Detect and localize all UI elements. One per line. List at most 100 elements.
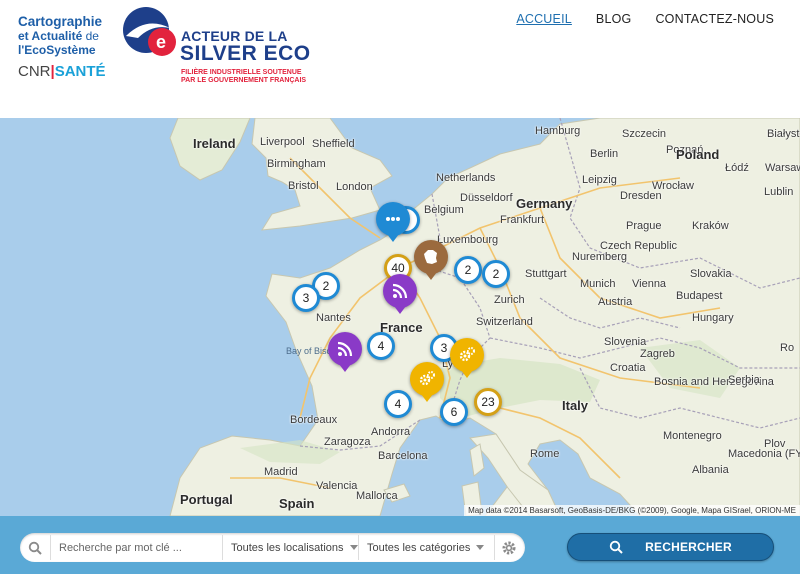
label-dusseldorf: Düsseldorf [460, 192, 513, 204]
more-icon [386, 217, 400, 221]
label-lodz: Łódź [725, 162, 749, 174]
logo-line3: l'EcoSystème [18, 43, 96, 57]
label-lublin: Lublin [764, 186, 794, 198]
label-ireland: Ireland [193, 136, 236, 151]
label-prague: Prague [626, 220, 662, 232]
silver-eco-line2: SILVER ECO [180, 42, 311, 65]
map-marker-rss[interactable] [383, 274, 417, 314]
gear-icon[interactable] [494, 535, 522, 560]
cnr-sante-logo[interactable]: Cartographie et Actualité de l'EcoSystèm… [18, 14, 110, 81]
search-icon [20, 541, 50, 555]
category-select-value: Toutes les catégories [367, 541, 471, 554]
map-marker-rss[interactable] [328, 332, 362, 372]
label-zagreb: Zagreb [640, 348, 675, 360]
label-italy: Italy [562, 398, 589, 413]
keyword-search-input[interactable] [50, 535, 222, 560]
cnr-sante-wordmark: CNR|SANTÉ [18, 63, 106, 80]
label-bialystok: Białystok [767, 128, 800, 140]
label-madrid: Madrid [264, 466, 298, 478]
label-leipzig: Leipzig [582, 174, 617, 186]
label-warsaw: Warsaw [765, 162, 800, 174]
label-dresden: Dresden [620, 190, 662, 202]
label-hungary: Hungary [692, 312, 734, 324]
map-marker-more[interactable] [376, 202, 410, 242]
search-form: Toutes les localisations Toutes les caté… [20, 533, 525, 562]
site-header: Cartographie et Actualité de l'EcoSystèm… [0, 0, 800, 118]
search-icon [609, 540, 623, 554]
rss-icon [392, 283, 408, 299]
map-marker-industry[interactable] [410, 362, 444, 402]
label-hamburg: Hamburg [535, 125, 581, 137]
france-map-icon [424, 250, 437, 264]
silver-eco-emblem-icon: e [123, 7, 176, 56]
category-select[interactable]: Toutes les catégories [358, 535, 494, 560]
label-valencia: Valencia [316, 480, 358, 492]
map-cluster[interactable]: 2 [482, 260, 510, 288]
label-spain: Spain [279, 496, 315, 511]
silver-eco-tagline: FILIÈRE INDUSTRIELLE SOUTENUE PAR LE GOU… [181, 69, 307, 84]
map-cluster[interactable]: 6 [440, 398, 468, 426]
label-croatia: Croatia [610, 362, 646, 374]
map-cluster[interactable]: 4 [384, 390, 412, 418]
nav-accueil[interactable]: ACCUEIL [516, 12, 572, 26]
label-netherlands: Netherlands [436, 172, 496, 184]
label-slovenia: Slovenia [604, 336, 647, 348]
label-bordeaux: Bordeaux [290, 414, 338, 426]
label-bay-of-biscay: Bay of Biscay [286, 346, 341, 356]
label-luxembourg: Luxembourg [437, 234, 499, 246]
location-select[interactable]: Toutes les localisations [222, 535, 358, 560]
nav-contactez-nous[interactable]: CONTACTEZ-NOUS [655, 12, 774, 26]
label-budapest: Budapest [676, 290, 723, 302]
rss-icon [337, 341, 353, 357]
label-munich: Munich [580, 278, 616, 290]
gears-icon [459, 347, 475, 362]
map-marker-industry[interactable] [450, 338, 484, 378]
chevron-down-icon [349, 545, 358, 550]
label-nantes: Nantes [316, 312, 351, 324]
label-zaragoza: Zaragoza [324, 436, 371, 448]
label-vienna: Vienna [632, 278, 667, 290]
label-serbia: Serbia [728, 374, 760, 386]
search-panel: Toutes les localisations Toutes les caté… [0, 516, 800, 574]
label-sheffield: Sheffield [312, 138, 355, 150]
map-marker-france[interactable] [414, 240, 448, 280]
label-austria: Austria [598, 296, 633, 308]
label-slovakia: Slovakia [690, 268, 732, 280]
nav-blog[interactable]: BLOG [596, 12, 632, 26]
map-attribution: Map data ©2014 Basarsoft, GeoBasis-DE/BK… [464, 505, 800, 516]
label-krakow: Kraków [692, 220, 729, 232]
map-cluster[interactable]: 3 [292, 284, 320, 312]
label-stuttgart: Stuttgart [525, 268, 567, 280]
label-albania: Albania [692, 464, 729, 476]
label-poland: Poland [676, 147, 720, 162]
chevron-down-icon [476, 545, 485, 550]
label-frankfurt: Frankfurt [500, 214, 545, 226]
label-mallorca: Mallorca [356, 490, 398, 502]
label-belgium: Belgium [424, 204, 464, 216]
logo-line2: et Actualité de [18, 29, 99, 43]
label-germany: Germany [516, 196, 573, 211]
label-szczecin: Szczecin [622, 128, 667, 140]
label-zurich: Zurich [494, 294, 525, 306]
search-button[interactable]: RECHERCHER [567, 533, 774, 561]
label-berlin: Berlin [590, 148, 619, 160]
gears-icon [419, 371, 435, 386]
map-cluster[interactable]: 23 [474, 388, 502, 416]
location-select-value: Toutes les localisations [231, 541, 344, 554]
label-switzerland: Switzerland [476, 316, 533, 328]
map-canvas[interactable]: Ireland Liverpool Sheffield Birmingham B… [0, 118, 800, 516]
map-cluster[interactable]: 2 [454, 256, 482, 284]
silver-eco-logo[interactable]: e ACTEUR DE LA SILVER ECO FILIÈRE INDUST… [112, 6, 312, 98]
label-bristol: Bristol [288, 180, 319, 192]
map-cluster[interactable]: 4 [367, 332, 395, 360]
label-montenegro: Montenegro [663, 430, 722, 442]
label-plovdiv: Plov [764, 438, 786, 450]
label-ro: Ro [780, 342, 795, 354]
label-barcelona: Barcelona [378, 450, 428, 462]
label-birmingham: Birmingham [267, 158, 326, 170]
svg-text:e: e [156, 32, 166, 52]
logo-line1: Cartographie [18, 14, 103, 29]
label-portugal: Portugal [180, 492, 233, 507]
search-button-label: RECHERCHER [645, 540, 732, 554]
label-andorra: Andorra [371, 426, 411, 438]
